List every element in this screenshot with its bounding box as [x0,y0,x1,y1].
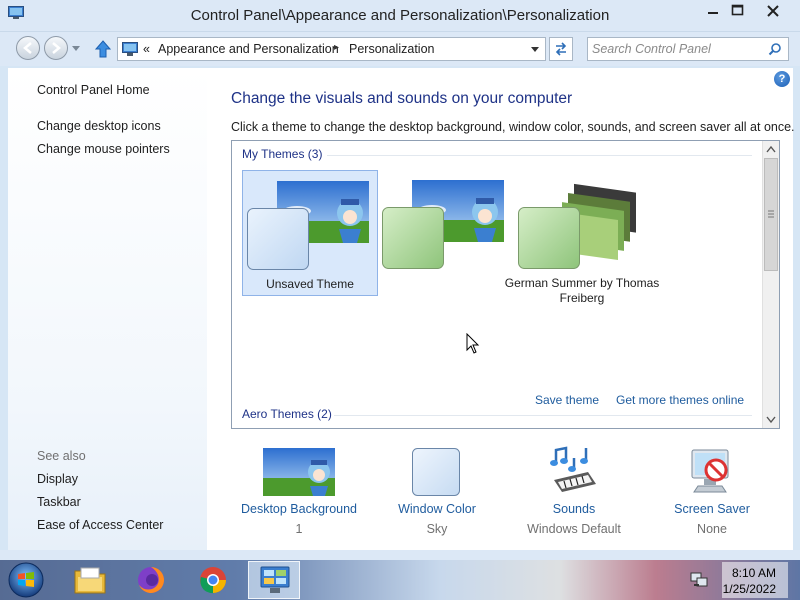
left-pane: Control Panel Home Change desktop icons … [8,68,207,550]
title-bar: Control Panel\Appearance and Personaliza… [0,0,800,32]
page-description: Click a theme to change the desktop back… [231,120,795,134]
help-icon[interactable]: ? [774,71,790,87]
breadcrumb-separator[interactable]: ▸ [334,42,339,53]
taskbar-wallpaper-tint [0,560,800,600]
firefox-icon [138,567,164,593]
back-button[interactable] [16,36,40,60]
grip-icon [768,210,774,218]
taskbar-firefox[interactable] [126,561,178,599]
customization-value: None [697,522,727,536]
window-bottom-border [0,550,800,560]
refresh-icon [555,42,567,56]
control-panel-icon [260,566,290,593]
change-desktop-icons-link[interactable]: Change desktop icons [37,119,161,133]
customization-value: Windows Default [527,522,621,536]
scrollbar-thumb[interactable] [764,158,778,271]
chrome-icon [200,567,226,594]
file-explorer-icon [74,567,106,594]
page-heading: Change the visuals and sounds on your co… [231,90,573,107]
control-panel-home-link[interactable]: Control Panel Home [37,83,150,97]
control-panel-icon [122,42,138,56]
screen-saver-option[interactable]: Screen Saver None [642,444,782,544]
screen-saver-icon [691,449,729,493]
customization-name: Screen Saver [674,502,750,516]
theme-preview-thumbnail [518,183,636,269]
window-color-swatch [412,448,460,496]
taskbar: 8:10 AM 1/25/2022 [0,560,800,600]
theme-preview-thumbnail [247,181,369,270]
main-pane: ? Change the visuals and sounds on your … [207,68,795,550]
theme-label: Unsaved Theme [266,277,354,291]
scroll-down-arrow-icon[interactable] [766,416,776,424]
theme-label: German Summer by Thomas Freiberg [504,276,660,305]
refresh-button[interactable] [549,37,573,61]
get-more-themes-online-link[interactable]: Get more themes online [616,393,744,407]
window-color-option[interactable]: Window Color Sky [367,444,507,544]
search-box[interactable] [587,37,789,61]
customization-name: Window Color [398,502,476,516]
up-arrow-icon[interactable] [95,40,111,58]
see-also-heading: See also [37,449,86,463]
sounds-icon [550,446,596,492]
customization-value: Sky [426,522,448,536]
clock-date: 1/25/2022 [722,582,776,596]
theme-preview-thumbnail [382,180,504,269]
display-link[interactable]: Display [37,472,78,486]
window-title: Control Panel\Appearance and Personaliza… [190,7,610,24]
theme-2[interactable] [378,170,514,296]
search-input[interactable] [592,41,762,57]
search-icon[interactable] [768,42,782,56]
back-arrow-icon [23,42,32,54]
breadcrumb-personalization[interactable]: Personalization [349,42,434,56]
breadcrumb-overflow[interactable]: « [143,42,150,56]
clock[interactable]: 8:10 AM 1/25/2022 [722,562,788,598]
taskbar-chrome[interactable] [188,561,240,599]
save-theme-link[interactable]: Save theme [535,393,599,407]
ease-of-access-center-link[interactable]: Ease of Access Center [37,518,163,532]
minimize-icon[interactable] [700,0,726,22]
theme-list: My Themes (3) Unsaved Theme German Summe… [231,140,780,429]
theme-unsaved[interactable]: Unsaved Theme [242,170,378,296]
sounds-option[interactable]: Sounds Windows Default [504,444,644,544]
theme-german-summer[interactable]: German Summer by Thomas Freiberg [505,170,659,305]
change-mouse-pointers-link[interactable]: Change mouse pointers [37,142,170,156]
my-themes-header: My Themes (3) [242,147,323,161]
aero-themes-header: Aero Themes (2) [242,407,332,421]
network-icon[interactable] [690,572,708,588]
forward-button[interactable] [44,36,68,60]
forward-arrow-icon [52,42,61,54]
scroll-up-arrow-icon[interactable] [766,145,776,153]
desktop-background-option[interactable]: Desktop Background 1 [229,444,369,544]
theme-list-scrollbar[interactable] [762,141,779,428]
recent-pages-dropdown-icon[interactable] [72,46,80,52]
desktop-background-thumbnail [263,448,335,496]
taskbar-control-panel[interactable] [248,561,300,599]
customization-name: Sounds [552,502,596,516]
close-icon[interactable] [752,0,794,22]
navigation-bar: « Appearance and Personalization ▸ Perso… [0,32,800,66]
group-divider [327,155,752,156]
group-divider [334,415,752,416]
customization-value: 1 [295,522,303,536]
clock-time: 8:10 AM [731,566,776,580]
taskbar-explorer[interactable] [64,561,116,599]
address-bar[interactable]: « Appearance and Personalization ▸ Perso… [117,37,546,61]
breadcrumb-appearance[interactable]: Appearance and Personalization [158,42,339,56]
maximize-icon[interactable] [724,0,750,22]
taskbar-link[interactable]: Taskbar [37,495,81,509]
mouse-cursor-icon [466,333,480,354]
address-dropdown-icon[interactable] [531,47,539,53]
start-orb-icon[interactable] [6,561,46,599]
customization-name: Desktop Background [240,502,358,516]
